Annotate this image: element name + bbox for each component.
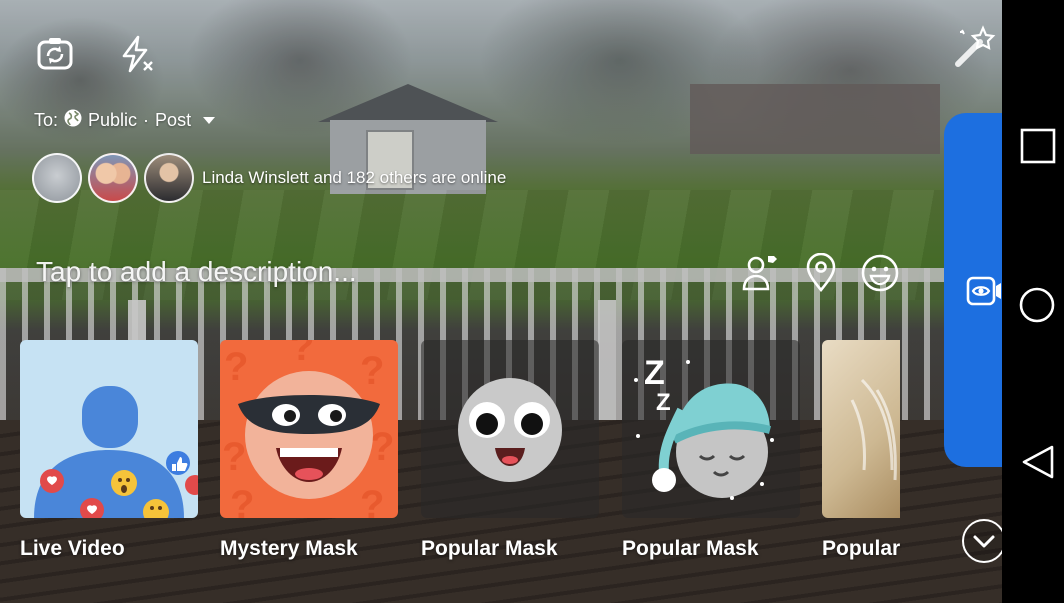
back-button[interactable] [1020, 444, 1056, 485]
privacy-label: Public [88, 110, 138, 130]
to-label: To: [34, 110, 59, 130]
system-navigation-bar [1002, 0, 1064, 603]
effect-label: Popular Mask [421, 537, 558, 560]
home-button[interactable] [1018, 286, 1056, 329]
camera-flip-button[interactable] [35, 36, 75, 76]
avatar[interactable] [144, 153, 194, 203]
camera-flip-icon [36, 35, 74, 78]
effect-card-mystery-mask[interactable]: ??? ???? [220, 340, 398, 518]
svg-text:?: ? [224, 345, 248, 389]
globe-icon [64, 109, 82, 132]
flash-off-icon [116, 34, 156, 79]
effects-button[interactable] [950, 24, 1000, 72]
svg-text:?: ? [360, 483, 384, 518]
square-icon [1020, 128, 1056, 164]
sleepy-mask-illustration: Z Z [634, 354, 774, 500]
svg-text:?: ? [360, 349, 384, 393]
effect-label: Popular Mask [622, 537, 759, 560]
online-friends[interactable]: Linda Winslett and 182 others are online [32, 153, 506, 203]
smiley-icon [860, 253, 900, 298]
popular-effect-thumbnail [850, 378, 897, 481]
svg-text:Z: Z [644, 354, 665, 392]
description-input[interactable]: Tap to add a description... [36, 256, 357, 288]
location-pin-icon [804, 252, 838, 298]
avatar[interactable] [88, 153, 138, 203]
effect-card-popular[interactable] [822, 340, 900, 518]
mystery-mask-illustration: ??? ???? [222, 340, 394, 518]
effect-card-live-video[interactable] [20, 340, 198, 518]
collapse-effects-button[interactable] [962, 519, 1006, 563]
online-text: Linda Winslett and 182 others are online [202, 168, 507, 187]
svg-text:?: ? [222, 435, 246, 479]
live-video-icon [966, 276, 1002, 306]
svg-text:?: ? [290, 340, 314, 369]
effect-card-popular-mask[interactable] [421, 340, 599, 518]
svg-text:Z: Z [656, 389, 671, 416]
audience-selector[interactable]: To: Public · Post [34, 109, 216, 132]
post-type-label: Post [155, 110, 192, 130]
svg-text:?: ? [370, 425, 394, 469]
check-in-button[interactable] [801, 252, 841, 298]
magic-wand-icon [950, 22, 1000, 75]
live-video-illustration [34, 386, 198, 518]
flash-toggle-button[interactable] [116, 34, 156, 79]
recents-button[interactable] [1020, 128, 1056, 169]
effect-label: Mystery Mask [220, 537, 358, 560]
separator: · [143, 110, 150, 130]
back-triangle-icon [1022, 445, 1054, 479]
caret-down-icon [203, 117, 216, 124]
tag-people-icon [741, 253, 779, 298]
feeling-button[interactable] [860, 254, 900, 296]
circle-icon [1019, 287, 1055, 323]
effect-label: Popular [822, 537, 901, 560]
tag-friends-button[interactable] [740, 254, 780, 296]
googly-eyes-illustration [458, 378, 562, 482]
chevron-down-icon [964, 535, 1004, 565]
effect-card-popular-mask[interactable]: Z Z [622, 340, 800, 518]
svg-text:?: ? [230, 483, 254, 518]
avatar[interactable] [32, 153, 82, 203]
effect-label: Live Video [20, 537, 125, 560]
